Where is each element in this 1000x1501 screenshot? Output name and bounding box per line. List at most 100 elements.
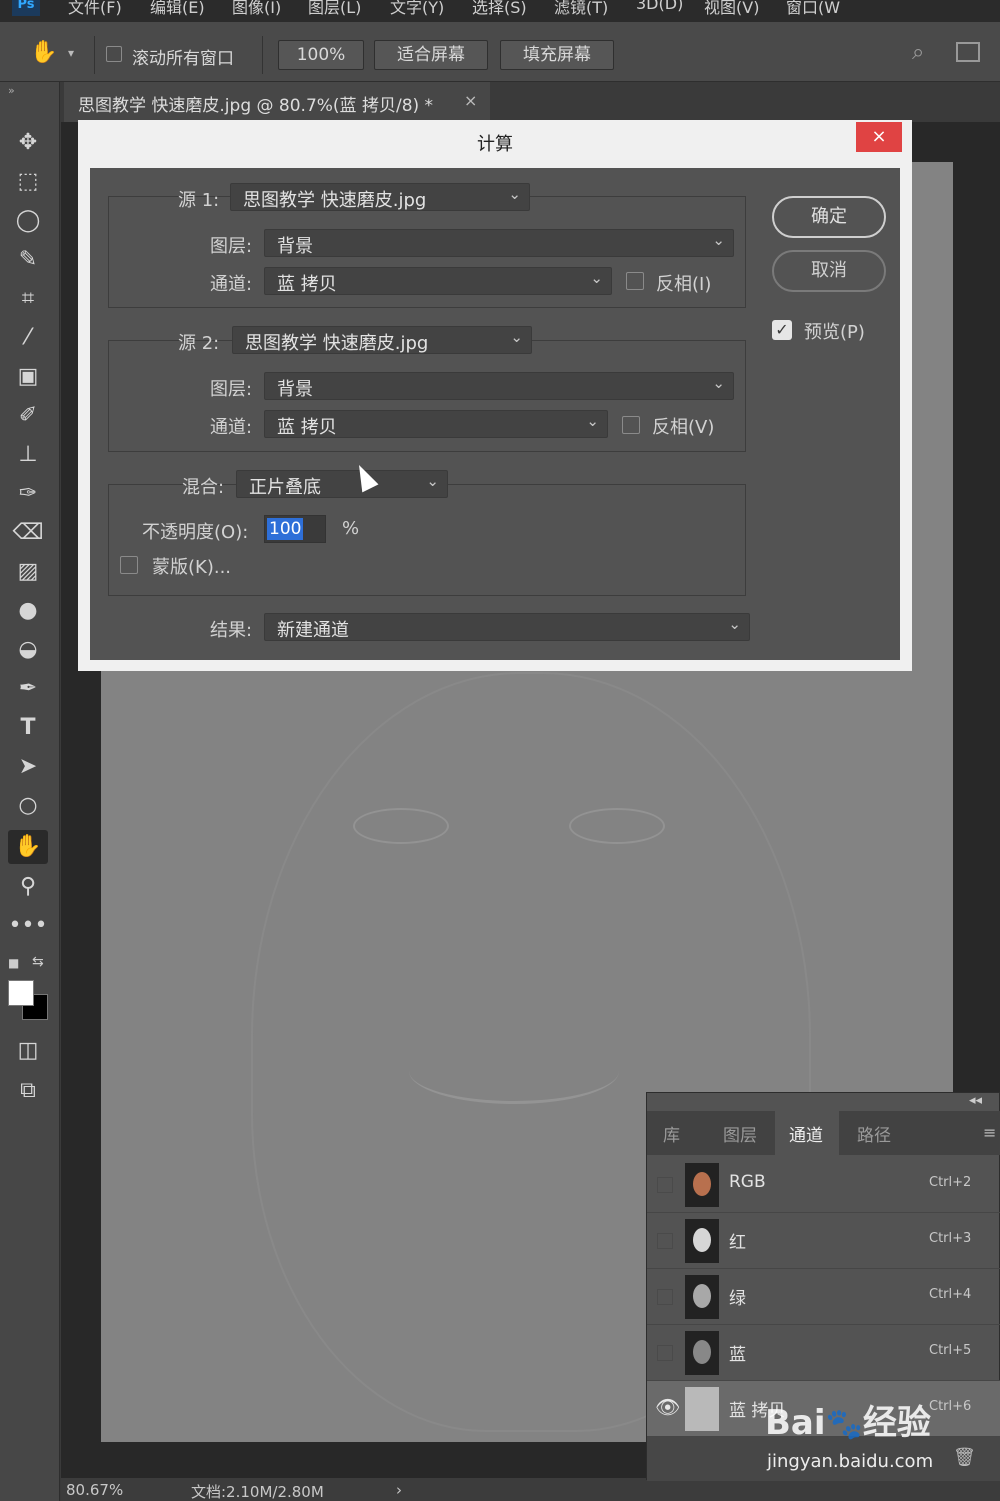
workspace-icon[interactable] (956, 42, 980, 62)
more-tools-icon[interactable]: ••• (8, 909, 48, 943)
path-selection-tool-icon[interactable]: ➤ (8, 750, 48, 784)
default-colors-icon[interactable]: ■ (8, 956, 19, 970)
source2-channel-label: 通道: (210, 417, 253, 438)
zoom-tool-icon[interactable]: ⚲ (8, 870, 48, 904)
source2-layer-select[interactable]: 背景 ⌄ (264, 372, 734, 400)
source2-file-select[interactable]: 思图教学 快速磨皮.jpg ⌄ (232, 326, 532, 354)
visibility-toggle[interactable] (657, 1233, 673, 1249)
scroll-all-windows-checkbox[interactable] (106, 46, 122, 62)
fill-screen-button[interactable]: 填充屏幕 (500, 40, 614, 70)
menu-filter[interactable]: 滤镜(T) (554, 0, 608, 18)
blend-mode-select[interactable]: 正片叠底 ⌄ (236, 470, 448, 498)
menu-view[interactable]: 视图(V) (704, 0, 759, 18)
channel-row-rgb[interactable]: RGB Ctrl+2 (647, 1157, 1000, 1213)
opacity-value: 100 (267, 518, 304, 540)
move-tool-icon[interactable]: ✥ (8, 126, 48, 160)
watermark-logo: Bai🐾经验 (765, 1403, 931, 1443)
status-bar: 80.67% 文档:2.10M/2.80M › (61, 1478, 1000, 1501)
source2-channel-value: 蓝 拷贝 (277, 417, 337, 438)
source2-invert-checkbox[interactable] (622, 416, 640, 434)
visibility-toggle[interactable] (657, 1177, 673, 1193)
mask-checkbox[interactable] (120, 556, 138, 574)
quick-select-tool-icon[interactable]: ✎ (8, 243, 48, 277)
preview-label: 预览(P) (804, 322, 865, 343)
hand-tool-icon[interactable]: ✋ (8, 830, 48, 864)
blur-tool-icon[interactable]: ● (8, 594, 48, 628)
channel-shortcut: Ctrl+3 (929, 1231, 972, 1246)
photoshop-logo: Ps (12, 0, 40, 16)
eraser-tool-icon[interactable]: ⌫ (8, 516, 48, 550)
options-separator (94, 36, 95, 74)
tab-libraries[interactable]: 库 (663, 1121, 680, 1146)
ok-button[interactable]: 确定 (772, 196, 886, 238)
preview-checkbox[interactable]: ✓ (772, 320, 792, 340)
dialog-close-button[interactable]: × (856, 122, 902, 152)
close-tab-icon[interactable]: × (464, 91, 477, 110)
swap-colors-icon[interactable]: ⇆ (32, 954, 44, 970)
tab-paths[interactable]: 路径 (857, 1121, 891, 1146)
crop-tool-icon[interactable]: ⌗ (8, 282, 48, 316)
visibility-toggle[interactable] (657, 1345, 673, 1361)
ellipse-tool-icon[interactable]: ○ (8, 789, 48, 823)
status-menu-arrow[interactable]: › (396, 1481, 402, 1499)
document-size: 文档:2.10M/2.80M (191, 1483, 324, 1501)
zoom-100-button[interactable]: 100% (278, 40, 364, 70)
dodge-tool-icon[interactable]: ◒ (8, 633, 48, 667)
quick-mask-icon[interactable]: ◫ (8, 1034, 48, 1068)
result-select[interactable]: 新建通道 ⌄ (264, 613, 750, 641)
visibility-toggle[interactable] (657, 1289, 673, 1305)
source1-invert-checkbox[interactable] (626, 272, 644, 290)
gradient-tool-icon[interactable]: ▨ (8, 555, 48, 589)
eyedropper-tool-icon[interactable]: ⁄ (8, 321, 48, 355)
type-tool-icon[interactable]: T (8, 711, 48, 745)
cancel-button[interactable]: 取消 (772, 250, 886, 292)
lasso-tool-icon[interactable]: ◯ (8, 204, 48, 238)
source1-file-value: 思图教学 快速磨皮.jpg (243, 190, 427, 211)
source2-channel-select[interactable]: 蓝 拷贝 ⌄ (264, 410, 608, 438)
source1-layer-label: 图层: (210, 236, 253, 257)
hand-tool-preset-icon[interactable]: ✋ (24, 36, 64, 70)
eye-icon[interactable]: 👁 (655, 1395, 680, 1419)
pen-tool-icon[interactable]: ✒ (8, 672, 48, 706)
clone-stamp-tool-icon[interactable]: ⊥ (8, 438, 48, 472)
expand-toolbar-icon[interactable]: » (8, 84, 15, 97)
opacity-input[interactable]: 100 (264, 515, 326, 543)
channel-row-green[interactable]: 绿 Ctrl+4 (647, 1269, 1000, 1325)
zoom-level[interactable]: 80.67% (66, 1481, 123, 1499)
menu-bar: Ps 文件(F) 编辑(E) 图像(I) 图层(L) 文字(Y) 选择(S) 滤… (0, 0, 1000, 22)
menu-window[interactable]: 窗口(W (786, 0, 840, 18)
source1-layer-select[interactable]: 背景 ⌄ (264, 229, 734, 257)
healing-brush-tool-icon[interactable]: ▣ (8, 360, 48, 394)
panel-menu-icon[interactable]: ≡ (983, 1123, 996, 1142)
channel-row-blue[interactable]: 蓝 Ctrl+5 (647, 1325, 1000, 1381)
tab-channels[interactable]: 通道 (789, 1121, 823, 1146)
tab-layers[interactable]: 图层 (723, 1121, 757, 1146)
brush-tool-icon[interactable]: ✐ (8, 399, 48, 433)
document-tab-row: 思图教学 快速磨皮.jpg @ 80.7%(蓝 拷贝/8) * × (0, 82, 1000, 122)
menu-type[interactable]: 文字(Y) (390, 0, 444, 18)
opacity-unit: % (342, 518, 360, 539)
history-brush-tool-icon[interactable]: ✑ (8, 477, 48, 511)
channel-name: 红 (729, 1233, 746, 1253)
search-icon[interactable]: ⌕ (912, 40, 924, 65)
foreground-color-swatch[interactable] (8, 980, 34, 1006)
menu-file[interactable]: 文件(F) (68, 0, 122, 18)
chevron-down-icon[interactable]: ▾ (68, 46, 74, 60)
document-tab[interactable]: 思图教学 快速磨皮.jpg @ 80.7%(蓝 拷贝/8) * × (64, 82, 490, 122)
source1-channel-select[interactable]: 蓝 拷贝 ⌄ (264, 267, 612, 295)
channel-thumbnail (685, 1163, 719, 1207)
menu-select[interactable]: 选择(S) (472, 0, 527, 18)
menu-image[interactable]: 图像(I) (232, 0, 281, 18)
baidu-jingyan-watermark: Bai🐾经验 jingyan.baidu.com (765, 1395, 995, 1481)
menu-layer[interactable]: 图层(L) (308, 0, 361, 18)
collapse-panel-icon[interactable]: ◂◂ (969, 1093, 982, 1108)
menu-edit[interactable]: 编辑(E) (150, 0, 205, 18)
fit-screen-button[interactable]: 适合屏幕 (374, 40, 488, 70)
source1-file-select[interactable]: 思图教学 快速磨皮.jpg ⌄ (230, 183, 530, 211)
screen-mode-icon[interactable]: ⧉ (8, 1074, 48, 1108)
chevron-down-icon: ⌄ (508, 185, 521, 203)
channel-row-red[interactable]: 红 Ctrl+3 (647, 1213, 1000, 1269)
menu-3d[interactable]: 3D(D) (636, 0, 683, 13)
marquee-tool-icon[interactable]: ⬚ (8, 165, 48, 199)
blend-mode-value: 正片叠底 (249, 477, 321, 498)
